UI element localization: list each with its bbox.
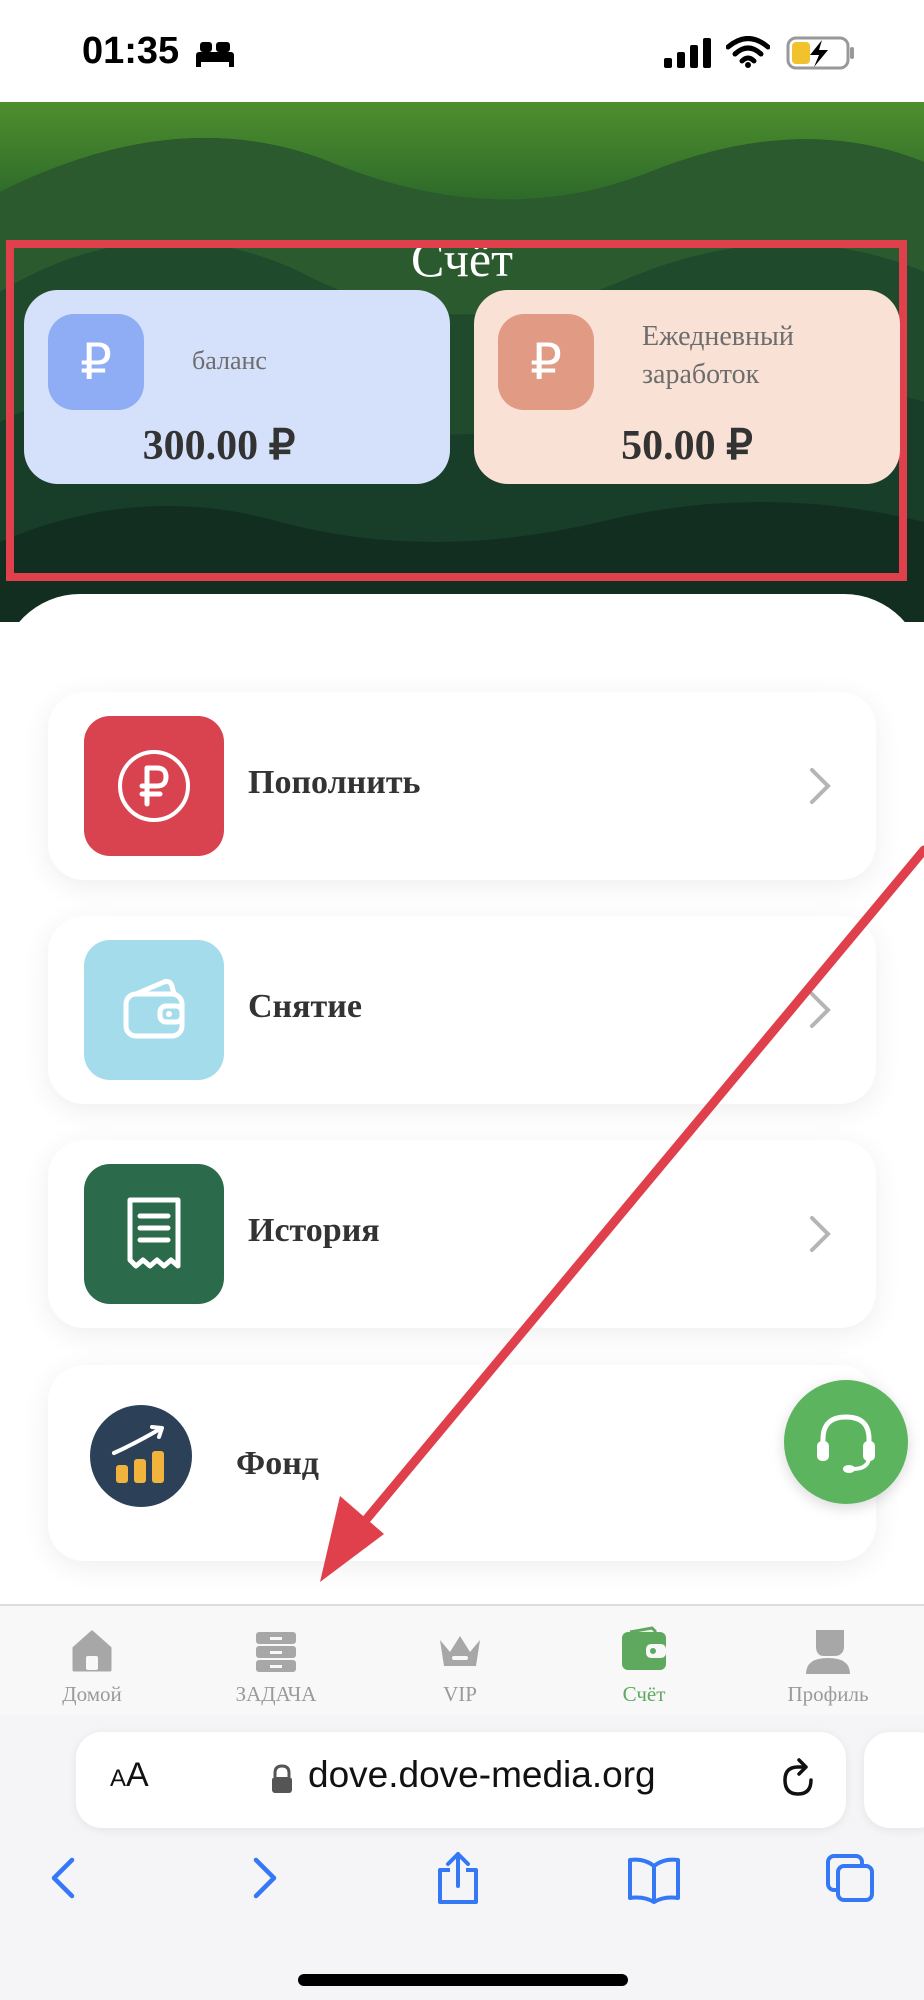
daily-earnings-label-line1: Ежедневный [642,321,794,352]
withdraw-menu-item[interactable]: Снятие [48,916,876,1104]
tab-tasks-label: ЗАДАЧА [235,1682,317,1706]
balance-card[interactable]: ₽ баланс 300.00 ₽ [24,290,450,484]
tab-vip[interactable]: VIP [368,1606,552,1714]
url-text: dove.dove-media.org [308,1754,656,1795]
deposit-label: Пополнить [248,764,421,801]
support-button[interactable] [784,1380,908,1504]
daily-earnings-value: 50.00 ₽ [621,423,753,469]
tab-account-label: Счёт [622,1682,666,1706]
chevron-right-icon [810,1216,831,1252]
receipt-icon [84,1164,224,1304]
chevron-right-icon [810,768,831,804]
profile-icon [806,1630,850,1674]
tab-home-label: Домой [62,1682,122,1706]
browser-bar: AA dove.dove-media.org [0,1714,924,2000]
tabs-icon[interactable] [824,1852,876,1904]
text-size-small-glyph: A [110,1765,127,1792]
reload-icon[interactable] [778,1756,818,1800]
status-time: 01:35 [82,30,180,72]
history-label: История [248,1212,380,1249]
back-icon[interactable] [46,1854,80,1902]
headset-icon [817,1414,875,1473]
forward-icon[interactable] [248,1854,282,1902]
tab-account[interactable]: Счёт [552,1606,736,1714]
balance-label: баланс [192,346,267,375]
ruble-icon: ₽ [498,314,594,410]
text-size-button[interactable]: AA [110,1756,149,1795]
share-icon[interactable] [434,1850,482,1906]
fund-label: Фонд [236,1445,319,1482]
withdraw-label: Снятие [248,988,362,1025]
tab-vip-label: VIP [443,1682,477,1706]
history-menu-item[interactable]: История [48,1140,876,1328]
bookmarks-icon[interactable] [626,1856,682,1904]
text-size-large-glyph: A [126,1756,149,1794]
tab-profile-label: Профиль [787,1682,869,1706]
address-bar[interactable]: AA dove.dove-media.org [76,1732,846,1828]
wallet-icon [84,940,224,1080]
home-icon [72,1630,112,1672]
home-indicator [298,1974,628,1986]
chevron-right-icon [810,992,831,1028]
ruble-icon: ₽ [48,314,144,410]
growth-chart-icon [90,1405,192,1507]
fund-menu-item[interactable]: Фонд [48,1365,876,1561]
next-tab-preview[interactable] [864,1732,924,1828]
deposit-menu-item[interactable]: Пополнить [48,692,876,880]
daily-earnings-label: Ежедневный заработок [642,318,794,394]
balance-value: 300.00 ₽ [142,423,296,469]
tasks-icon [256,1632,296,1672]
wallet-tab-icon [622,1626,666,1670]
signal-icon [664,38,711,68]
tab-tasks[interactable]: ЗАДАЧА [184,1606,368,1714]
bed-icon [196,42,234,67]
daily-earnings-label-line2: заработок [642,359,760,390]
wifi-icon [726,36,770,68]
status-bar: 01:35 [0,0,924,102]
lock-icon [272,1764,292,1793]
daily-earnings-card[interactable]: ₽ Ежедневный заработок 50.00 ₽ [474,290,900,484]
tab-profile[interactable]: Профиль [736,1606,920,1714]
tab-bar: Домой ЗАДАЧА VIP Счёт Профиль [0,1604,924,1716]
ruble-circle-icon [84,716,224,856]
battery-charging-icon [786,36,854,70]
tab-home[interactable]: Домой [0,1606,184,1714]
crown-icon [440,1636,480,1666]
